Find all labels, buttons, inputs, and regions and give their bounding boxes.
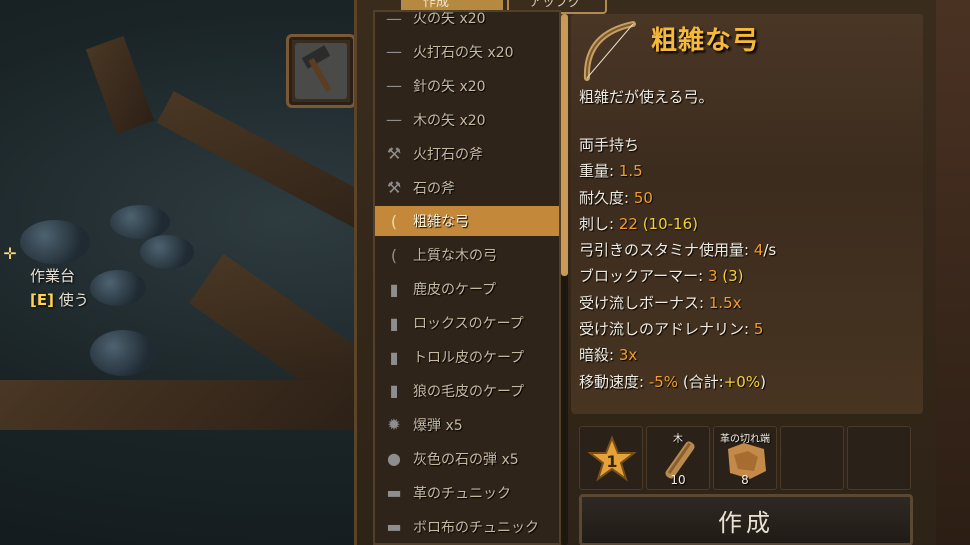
recipe-item-label: ボロ布のチュニック — [413, 519, 539, 536]
tunic-icon: ▬ — [386, 483, 402, 503]
stat-handed: 両手持ち — [579, 136, 640, 154]
recipe-item-label: 木の矢 x20 — [413, 112, 486, 129]
recipe-item-label: 粗雑な弓 — [413, 214, 469, 231]
star-icon: 1 — [588, 435, 636, 482]
recipe-item[interactable]: ● 灰色の石の弾 x5 — [375, 444, 559, 474]
recipe-list: — 火の矢 x20 — 火打石の矢 x20 — 針の矢 x20 — 木の矢 x20 ⚒ 火打石の斧… — [373, 10, 561, 545]
recipe-item[interactable]: ✹ 爆弾 x5 — [375, 410, 559, 440]
requirement-qty: 10 — [670, 473, 686, 487]
arrow-icon: — — [386, 110, 402, 130]
item-stats: 両手持ち 重量: 1.5 耐久度: 50 刺し: 22 (10-16) 弓引きの… — [579, 132, 776, 395]
svg-text:1: 1 — [606, 452, 617, 471]
recipe-item[interactable]: ▮ 鹿皮のケープ — [375, 274, 559, 304]
recipe-item[interactable]: — 火打石の矢 x20 — [375, 37, 559, 67]
recipe-item-label: 灰色の石の弾 x5 — [413, 451, 519, 468]
hammer-icon — [295, 43, 347, 99]
axe-icon: ⚒ — [386, 178, 402, 197]
stat-pierce: 刺し: 22 (10-16) — [579, 214, 698, 233]
stat-parry-adrenaline: 受け流しのアドレナリン: 5 — [579, 320, 764, 339]
axe-icon: ⚒ — [386, 144, 402, 164]
craft-button[interactable]: 作成 — [579, 494, 913, 545]
interact-action: [E] 使う — [30, 288, 89, 312]
recipe-scrollbar-thumb[interactable] — [561, 14, 568, 276]
arrow-icon: — — [386, 42, 402, 62]
crafting-panel: 作成 アップグレード —火の矢 x20—火打石の矢 x20—針の矢 x20—木の… — [354, 0, 936, 545]
station-level-slot: 1 — [579, 426, 643, 490]
recipe-item[interactable]: ( 粗雑な弓 — [375, 206, 559, 237]
recipe-item-label: 火の矢 x20 — [413, 11, 486, 27]
stat-block-armor: ブロックアーマー: 3 (3) — [579, 267, 744, 286]
recipe-item[interactable]: ▮ 狼の毛皮のケープ — [375, 376, 559, 406]
wood-beam — [0, 380, 360, 430]
interact-target-name: 作業台 — [30, 267, 76, 285]
recipe-item-label: 鹿皮のケープ — [413, 282, 497, 299]
recipe-item[interactable]: — 木の矢 x20 — [375, 105, 559, 135]
stone — [140, 235, 194, 269]
cape-icon: ▮ — [389, 381, 399, 401]
wood-beam — [85, 35, 155, 135]
bow-icon: ( — [390, 211, 398, 231]
recipe-item[interactable]: ⚒ 石の斧 — [375, 173, 559, 203]
bow-icon — [579, 20, 637, 84]
recipe-item-label: トロル皮のケープ — [413, 350, 525, 366]
recipe-item-label: 狼の毛皮のケープ — [413, 383, 525, 400]
stat-weight: 重量: 1.5 — [579, 162, 643, 181]
recipe-item-label: 革のチュニック — [413, 485, 511, 502]
recipe-item[interactable]: ▬ ボロ布のチュニック — [375, 512, 559, 542]
tunic-icon: ▬ — [386, 517, 402, 536]
requirement-slot-wood: 木 10 — [646, 426, 710, 490]
stone — [110, 205, 170, 239]
recipe-item-label: 上質な木の弓 — [413, 248, 497, 265]
item-detail: 粗雑な弓 粗雑だが使える弓。 両手持ち 重量: 1.5 耐久度: 50 刺し: … — [571, 14, 923, 414]
interact-key: [E] — [30, 291, 54, 309]
requirement-slot-empty — [847, 426, 911, 490]
cape-icon: ▮ — [389, 313, 399, 333]
cape-icon: ▮ — [389, 347, 399, 367]
arrow-icon: — — [386, 10, 402, 28]
recipe-item-label: 石の斧 — [413, 180, 455, 197]
arrow-icon: — — [386, 76, 402, 96]
item-title: 粗雑な弓 — [651, 26, 760, 56]
repair-hammer-slot[interactable] — [286, 34, 356, 108]
interact-prompt: 作業台 [E] 使う — [30, 264, 89, 312]
requirement-qty: 8 — [741, 473, 749, 487]
crosshair-icon: ✛ — [3, 244, 17, 263]
requirement-slot-empty — [780, 426, 844, 490]
recipe-item[interactable]: ▬ 革のチュニック — [375, 478, 559, 508]
recipe-item[interactable]: ▮ ロックスのケープ — [375, 308, 559, 338]
recipe-item-label: 針の矢 x20 — [413, 78, 486, 95]
stat-parry-bonus: 受け流しボーナス: 1.5x — [579, 293, 742, 312]
interact-action-label: 使う — [58, 291, 89, 309]
stone — [90, 330, 156, 376]
stat-durability: 耐久度: 50 — [579, 188, 653, 207]
recipe-item[interactable]: ⚒ 火打石の斧 — [375, 139, 559, 169]
recipe-item[interactable]: — 針の矢 x20 — [375, 71, 559, 101]
cape-icon: ▮ — [389, 279, 399, 299]
recipe-item-label: ロックスのケープ — [413, 316, 524, 333]
recipe-item[interactable]: ( 上質な木の弓 — [375, 240, 559, 270]
stones-icon: ● — [387, 449, 401, 469]
requirement-slot-leather: 革の切れ端 8 — [713, 426, 777, 490]
stat-movement: 移動速度: -5% (合計:+0%) — [579, 372, 766, 391]
requirements-row: 1 木 10 革の切れ端 8 — [579, 426, 911, 490]
recipe-item-label: 火打石の矢 x20 — [413, 44, 514, 61]
item-description: 粗雑だが使える弓。 — [579, 88, 714, 106]
recipe-item-label: 火打石の斧 — [413, 146, 483, 163]
stone — [90, 270, 146, 306]
wood-wall — [936, 0, 970, 545]
bomb-icon: ✹ — [387, 415, 401, 435]
recipe-item[interactable]: ▮ トロル皮のケープ — [375, 342, 559, 372]
recipe-item[interactable]: — 火の矢 x20 — [375, 10, 559, 33]
bow-icon: ( — [390, 245, 398, 265]
stat-stamina: 弓引きのスタミナ使用量: 4/s — [579, 241, 777, 260]
stat-backstab: 暗殺: 3x — [579, 346, 638, 365]
stone — [20, 220, 90, 264]
recipe-item-label: 爆弾 x5 — [413, 417, 463, 434]
